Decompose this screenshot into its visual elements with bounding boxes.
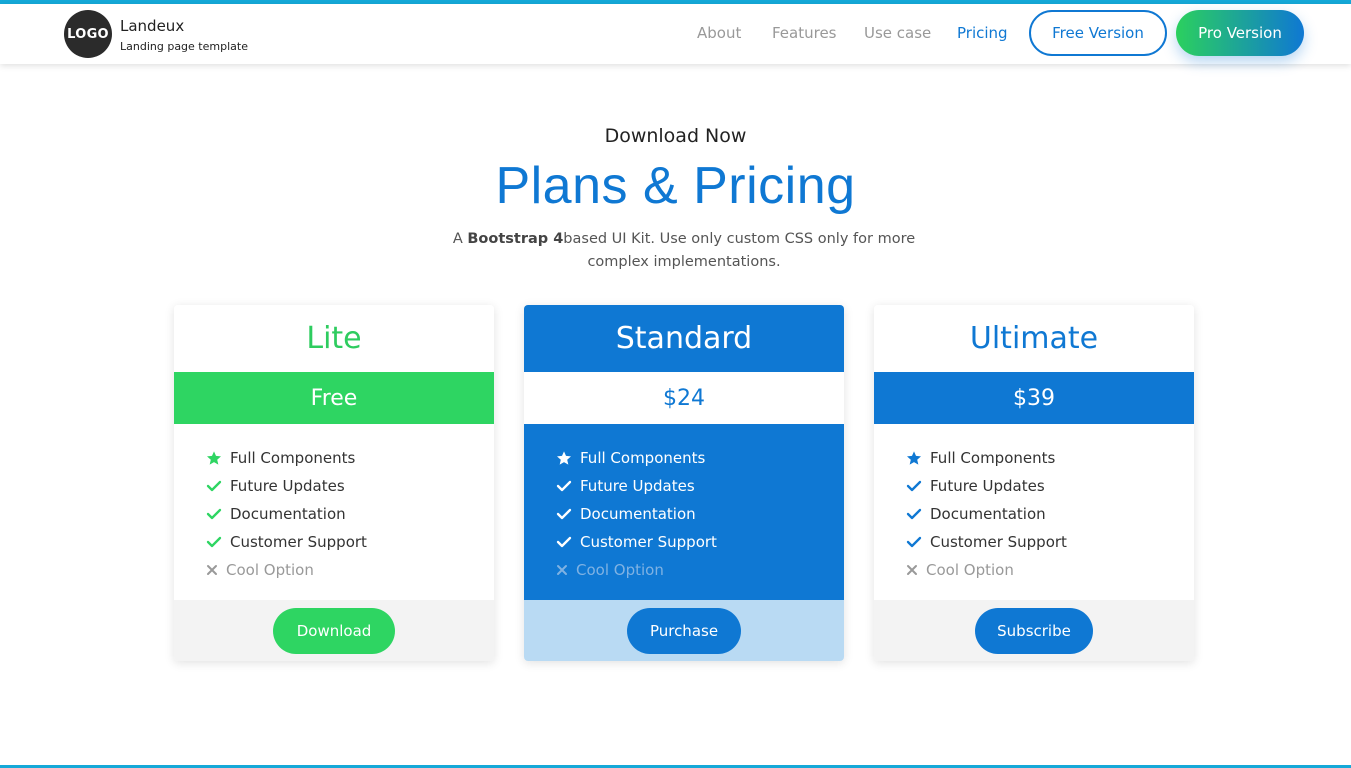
card-footer: Subscribe (874, 600, 1194, 661)
star-icon (906, 450, 930, 466)
feature-label: Cool Option (226, 561, 314, 579)
feature-label: Customer Support (230, 533, 367, 551)
card-footer: Purchase (524, 600, 844, 661)
check-icon (556, 478, 580, 494)
brand-tagline: Landing page template (120, 40, 248, 53)
feature-label: Documentation (580, 505, 696, 523)
nav-about[interactable]: About (697, 24, 741, 42)
check-icon (556, 506, 580, 522)
pricing-card-ultimate: Ultimate $39 Full Components Future Upda… (874, 305, 1194, 661)
feature-label: Cool Option (576, 561, 664, 579)
brand-name: Landeux (120, 17, 185, 35)
feature-label: Documentation (230, 505, 346, 523)
subtitle-prefix: A (452, 231, 468, 247)
nav-features[interactable]: Features (772, 24, 837, 42)
feature-list: Full Components Future Updates Documenta… (174, 424, 494, 600)
close-icon (906, 564, 926, 576)
check-icon (906, 478, 930, 494)
close-icon (206, 564, 226, 576)
check-icon (206, 478, 230, 494)
feature-item: Documentation (906, 500, 1194, 528)
close-icon (556, 564, 576, 576)
feature-label: Customer Support (580, 533, 717, 551)
plan-name: Ultimate (874, 305, 1194, 372)
feature-list: Full Components Future Updates Documenta… (524, 424, 844, 600)
subtitle-rest: based UI Kit. Use only custom CSS only f… (563, 231, 916, 270)
feature-item: Full Components (556, 444, 844, 472)
feature-list: Full Components Future Updates Documenta… (874, 424, 1194, 600)
feature-item: Future Updates (906, 472, 1194, 500)
star-icon (206, 450, 230, 466)
page-title: Plans & Pricing (495, 157, 856, 215)
feature-item: Documentation (556, 500, 844, 528)
feature-label: Documentation (930, 505, 1046, 523)
plan-price: Free (174, 372, 494, 424)
section-subtitle: A Bootstrap 4based UI Kit. Use only cust… (420, 228, 948, 274)
feature-item-disabled: Cool Option (206, 556, 494, 584)
purchase-button[interactable]: Purchase (627, 607, 741, 654)
plan-name: Standard (524, 305, 844, 372)
subtitle-bold: Bootstrap 4 (467, 231, 564, 247)
pro-version-button[interactable]: Pro Version (1176, 10, 1304, 56)
feature-label: Customer Support (930, 533, 1067, 551)
star-icon (556, 450, 580, 466)
feature-item-disabled: Cool Option (556, 556, 844, 584)
plan-price: $24 (524, 372, 844, 424)
feature-item: Full Components (906, 444, 1194, 472)
feature-label: Future Updates (230, 477, 345, 495)
feature-label: Full Components (580, 449, 706, 467)
feature-label: Cool Option (926, 561, 1014, 579)
feature-label: Full Components (230, 449, 356, 467)
feature-label: Full Components (930, 449, 1056, 467)
plan-name: Lite (174, 305, 494, 372)
check-icon (906, 534, 930, 550)
section-eyebrow: Download Now (604, 125, 747, 147)
feature-label: Future Updates (930, 477, 1045, 495)
feature-item: Customer Support (556, 528, 844, 556)
feature-item: Future Updates (556, 472, 844, 500)
free-version-button[interactable]: Free Version (1029, 10, 1167, 56)
check-icon (206, 506, 230, 522)
check-icon (206, 534, 230, 550)
nav-use-case[interactable]: Use case (864, 24, 931, 42)
card-footer: Download (174, 600, 494, 661)
subscribe-button[interactable]: Subscribe (975, 607, 1093, 654)
feature-item: Documentation (206, 500, 494, 528)
download-button[interactable]: Download (273, 607, 395, 654)
feature-item: Future Updates (206, 472, 494, 500)
feature-item: Full Components (206, 444, 494, 472)
check-icon (906, 506, 930, 522)
plan-price: $39 (874, 372, 1194, 424)
check-icon (556, 534, 580, 550)
feature-item: Customer Support (206, 528, 494, 556)
feature-label: Future Updates (580, 477, 695, 495)
logo[interactable]: LOGO (64, 10, 112, 58)
pricing-card-standard: Standard $24 Full Components Future Upda… (524, 305, 844, 661)
pricing-card-lite: Lite Free Full Components Future Updates… (174, 305, 494, 661)
nav-pricing[interactable]: Pricing (957, 24, 1008, 42)
navbar: LOGO Landeux Landing page template About… (0, 4, 1351, 64)
feature-item: Customer Support (906, 528, 1194, 556)
feature-item-disabled: Cool Option (906, 556, 1194, 584)
